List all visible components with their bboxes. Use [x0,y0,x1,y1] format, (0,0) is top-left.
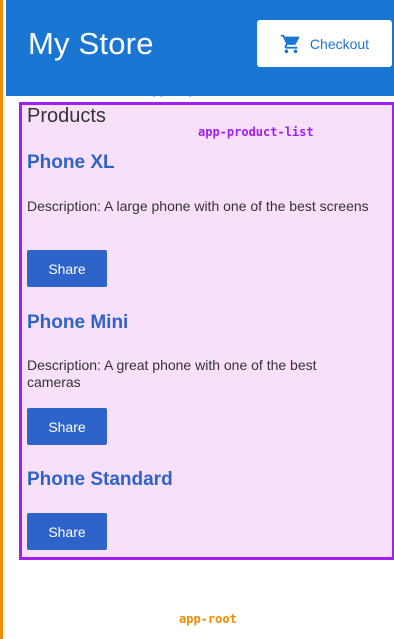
products-heading: Products [27,105,106,127]
product-list-component-tag: app-product-list [198,125,314,139]
checkout-button[interactable]: Checkout [257,20,392,67]
product-description: Description: A large phone with one of t… [27,198,369,214]
share-button[interactable]: Share [27,513,107,550]
shopping-cart-icon [280,33,302,55]
root-component-tag: app-root [179,612,237,626]
share-button[interactable]: Share [27,250,107,287]
product-list: Products app-product-list Phone XL Descr… [19,102,394,560]
product-description: Description: A great phone with one of t… [27,357,317,390]
product-name-phone-standard[interactable]: Phone Standard [27,469,173,491]
checkout-label: Checkout [309,35,370,52]
store-title[interactable]: My Store [28,26,154,62]
product-name-phone-xl[interactable]: Phone XL [27,152,115,174]
top-bar-component-tag: app-top-bar [145,83,225,97]
share-button[interactable]: Share [27,408,107,445]
app-root-frame: My Store Checkout app-top-bar Products a… [0,0,394,639]
top-bar: My Store Checkout [6,0,394,96]
product-name-phone-mini[interactable]: Phone Mini [27,312,128,334]
